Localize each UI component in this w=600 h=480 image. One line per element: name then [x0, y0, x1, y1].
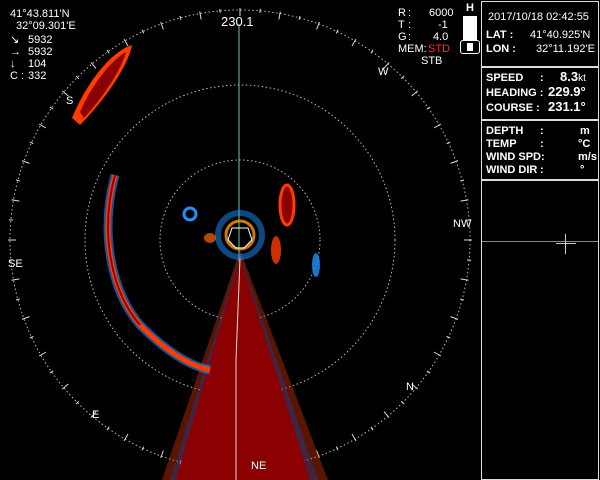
bearing-tick: [61, 383, 69, 390]
wind-spd-unit: m/s: [578, 151, 597, 163]
gain-value: 4.0: [433, 31, 449, 43]
bearing-tick: [21, 316, 30, 320]
lat-value: 41°40.925'N: [530, 29, 591, 41]
bearing-tick: [460, 298, 465, 301]
bearing-tick: [141, 29, 145, 34]
echo-left-arc: [103, 173, 212, 375]
bearing-tick: [351, 433, 357, 442]
speed-value: 8.3kt: [560, 69, 586, 84]
bearing-tick: [29, 141, 34, 145]
echo-center-cluster: [182, 183, 320, 277]
mem-value: STD: [428, 43, 450, 55]
info-row-4: C : 332: [10, 70, 47, 82]
speaker-icon: [460, 40, 480, 54]
echo-top-left: [72, 45, 132, 125]
info-row-3: ↓ 104: [10, 58, 47, 70]
heading-readout: 230.1: [221, 14, 254, 29]
bearing-tick: [179, 15, 182, 20]
course-value: 231.1°: [548, 99, 586, 114]
arrow-right-icon: →: [10, 46, 21, 58]
bearing-tick: [450, 316, 459, 320]
datetime: 2017/10/18 02:42:55: [488, 11, 589, 23]
tilt-value: -1: [438, 19, 448, 31]
temp-unit: °C: [578, 138, 591, 150]
bearing-tick: [383, 411, 390, 419]
h-indicator-bar: [463, 16, 477, 40]
bearing-tick: [11, 278, 20, 281]
bearing-tick: [460, 179, 465, 182]
info-row-1: ↘ 5932: [10, 34, 53, 46]
compass-se: SE: [8, 258, 23, 270]
compass-e: E: [92, 409, 100, 421]
bearing-tick: [199, 11, 202, 20]
bearing-tick: [11, 199, 20, 202]
arrow-down-right-icon: ↘: [10, 34, 20, 46]
minimap-box[interactable]: [481, 180, 599, 480]
motion-box: SPEED : 8.3kt HEADING : 229.9° COURSE : …: [481, 67, 599, 120]
navigation-panel: 2017/10/18 02:42:55 LAT : 41°40.925'N LO…: [480, 0, 600, 480]
compass-n: N: [406, 381, 414, 393]
bearing-tick: [298, 15, 301, 20]
sonar-display[interactable]: [0, 0, 480, 480]
top-left-lat: 41°43.811'N: [10, 8, 70, 20]
bearing-tick: [351, 38, 357, 47]
lon-value: 32°11.192'E: [536, 43, 595, 55]
bearing-tick: [38, 351, 47, 357]
arrow-down-icon: ↓: [10, 58, 16, 70]
minimap-divider: [482, 241, 598, 242]
top-left-lon: 32°09.301'E: [16, 20, 76, 32]
info-row-2: → 5932: [10, 46, 53, 58]
range-value: 6000: [429, 7, 454, 19]
target-crosshair-icon: [556, 234, 576, 254]
bearing-tick: [460, 199, 469, 202]
bearing-tick: [15, 179, 20, 182]
compass-nw: NW: [453, 218, 472, 230]
compass-ne: NE: [251, 460, 267, 472]
stb-label: STB: [421, 55, 443, 67]
bearing-tick: [460, 278, 469, 281]
environment-box: DEPTH : m TEMP : °C WIND SPD: m/s WIND D…: [481, 120, 599, 180]
bearing-tick: [316, 21, 320, 30]
h-indicator-label: H: [466, 2, 474, 14]
wind-dir-unit: °: [580, 164, 585, 176]
bearing-tick: [433, 351, 442, 357]
bearing-tick: [400, 400, 405, 405]
compass-w: W: [378, 66, 389, 78]
bearing-tick: [15, 298, 20, 301]
position-box: 2017/10/18 02:42:55 LAT : 41°40.925'N LO…: [481, 1, 599, 67]
depth-unit: m: [580, 125, 590, 137]
compass-s: S: [66, 95, 74, 107]
bearing-tick: [278, 11, 281, 20]
heading-value: 229.9°: [548, 84, 586, 99]
